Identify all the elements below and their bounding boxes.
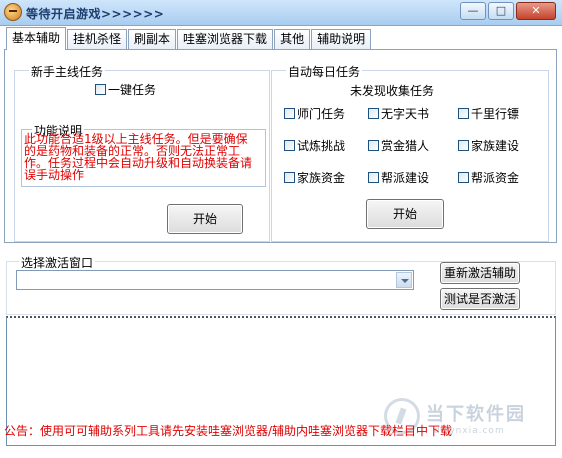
- checkbox-box[interactable]: [368, 172, 379, 183]
- reactivate-button[interactable]: 重新激活辅助: [440, 262, 520, 284]
- title-bar[interactable]: 等待开启游戏>>>>>> — □ ✕: [0, 0, 562, 26]
- task-checkbox[interactable]: 试炼挑战: [284, 137, 345, 154]
- window-title: 等待开启游戏>>>>>>: [26, 7, 165, 21]
- checkbox-box[interactable]: [458, 140, 469, 151]
- window-controls: — □ ✕: [458, 2, 556, 20]
- description-line: 误手动操作: [24, 168, 85, 182]
- task-label: 赏金猎人: [381, 139, 430, 153]
- activate-window-legend: 选择激活窗口: [19, 254, 96, 271]
- chevron-down-icon[interactable]: [396, 272, 412, 288]
- minimize-button[interactable]: —: [460, 2, 486, 20]
- task-label: 师门任务: [297, 107, 346, 121]
- checkbox-box[interactable]: [458, 108, 469, 119]
- tab-basic[interactable]: 基本辅助: [6, 27, 67, 50]
- test-activation-button[interactable]: 测试是否激活: [440, 288, 520, 310]
- task-checkbox[interactable]: 赏金猎人: [368, 137, 429, 154]
- checkbox-box[interactable]: [284, 172, 295, 183]
- task-checkbox[interactable]: 无字天书: [368, 105, 429, 122]
- task-label: 试炼挑战: [297, 139, 346, 153]
- announcement-text: 公告：使用可可辅助系列工具请先安装哇塞浏览器/辅助内哇塞浏览器下载栏目中下载: [4, 424, 453, 438]
- task-label: 无字天书: [381, 107, 430, 121]
- task-checkbox[interactable]: 帮派资金: [458, 169, 519, 186]
- daily-start-button[interactable]: 开始: [366, 199, 444, 229]
- task-checkbox[interactable]: 千里行镖: [458, 105, 519, 122]
- newbie-start-button[interactable]: 开始: [167, 204, 243, 234]
- checkbox-box[interactable]: [368, 108, 379, 119]
- tab-panel-basic: 新手主线任务 一键任务 功能说明 此功能合适1级以上主线任务。但是要确保 的是药…: [4, 49, 557, 243]
- tab-browser-download[interactable]: 哇塞浏览器下载: [177, 29, 274, 50]
- close-button[interactable]: ✕: [516, 2, 556, 20]
- daily-task-status: 未发现收集任务: [350, 84, 435, 98]
- function-description-group: 功能说明 此功能合适1级以上主线任务。但是要确保 的是药物和装备的正常。否则无法…: [21, 122, 266, 187]
- window-select-combo[interactable]: [16, 270, 414, 290]
- checkbox-box[interactable]: [368, 140, 379, 151]
- app-icon: [4, 3, 22, 21]
- task-label: 千里行镖: [471, 107, 520, 121]
- maximize-button[interactable]: □: [488, 2, 514, 20]
- task-label: 帮派建设: [381, 171, 430, 185]
- task-checkbox[interactable]: 家族建设: [458, 137, 519, 154]
- task-checkbox[interactable]: 帮派建设: [368, 169, 429, 186]
- daily-task-group: 自动每日任务 未发现收集任务 师门任务 无字天书 千里行镖 试炼挑战 赏金猎人 …: [271, 63, 549, 242]
- tab-strip: 基本辅助 挂机杀怪 刷副本 哇塞浏览器下载 其他 辅助说明: [6, 27, 372, 50]
- task-label: 家族资金: [297, 171, 346, 185]
- checkbox-box[interactable]: [284, 140, 295, 151]
- checkbox-box[interactable]: [284, 108, 295, 119]
- tab-other[interactable]: 其他: [274, 29, 311, 50]
- tab-dungeon[interactable]: 刷副本: [128, 29, 177, 50]
- daily-task-legend: 自动每日任务: [286, 63, 363, 80]
- newbie-quest-legend: 新手主线任务: [29, 63, 106, 80]
- one-click-quest-checkbox[interactable]: 一键任务: [95, 81, 156, 98]
- tab-afk[interactable]: 挂机杀怪: [67, 29, 128, 50]
- one-click-quest-label: 一键任务: [108, 83, 157, 97]
- task-checkbox[interactable]: 师门任务: [284, 105, 345, 122]
- tab-help[interactable]: 辅助说明: [311, 29, 372, 50]
- checkbox-box[interactable]: [95, 84, 106, 95]
- newbie-quest-group: 新手主线任务 一键任务 功能说明 此功能合适1级以上主线任务。但是要确保 的是药…: [14, 63, 270, 242]
- checkbox-box[interactable]: [458, 172, 469, 183]
- task-label: 家族建设: [471, 139, 520, 153]
- task-checkbox[interactable]: 家族资金: [284, 169, 345, 186]
- task-label: 帮派资金: [471, 171, 520, 185]
